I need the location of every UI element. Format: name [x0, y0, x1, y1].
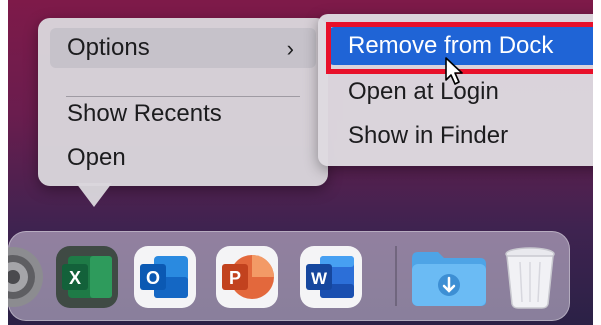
- image-border: [593, 0, 601, 325]
- outlook-icon[interactable]: O: [132, 244, 198, 310]
- excel-letter: X: [69, 268, 81, 288]
- submenu-item-label: Open at Login: [348, 78, 499, 105]
- menu-item-options[interactable]: Options ›: [50, 28, 316, 68]
- menu-pointer: [76, 183, 112, 207]
- powerpoint-letter: P: [229, 268, 241, 288]
- word-icon[interactable]: W: [298, 244, 364, 310]
- mouse-pointer-icon: [445, 57, 463, 85]
- submenu-item-label: Show in Finder: [348, 122, 509, 149]
- trash-icon[interactable]: [502, 244, 558, 310]
- excel-icon[interactable]: X: [54, 244, 120, 310]
- menu-item-label: Options: [67, 34, 150, 61]
- dock-divider: [395, 246, 397, 306]
- system-settings-icon[interactable]: [8, 244, 46, 310]
- outlook-letter: O: [146, 268, 160, 288]
- menu-item-label: Show Recents: [67, 100, 222, 127]
- menu-item-label: Open: [67, 144, 126, 171]
- menu-item-show-recents[interactable]: Show Recents: [50, 94, 316, 134]
- word-letter: W: [311, 269, 328, 288]
- downloads-folder-icon[interactable]: [408, 244, 488, 310]
- dock-context-menu: Options › Show Recents Open: [38, 18, 328, 186]
- menu-item-open[interactable]: Open: [50, 138, 316, 178]
- chevron-right-icon: ›: [286, 36, 294, 61]
- desktop-background: Options › Show Recents Open Remove from …: [8, 0, 601, 325]
- submenu-item-show-in-finder[interactable]: Show in Finder: [328, 117, 600, 155]
- powerpoint-icon[interactable]: P: [214, 244, 280, 310]
